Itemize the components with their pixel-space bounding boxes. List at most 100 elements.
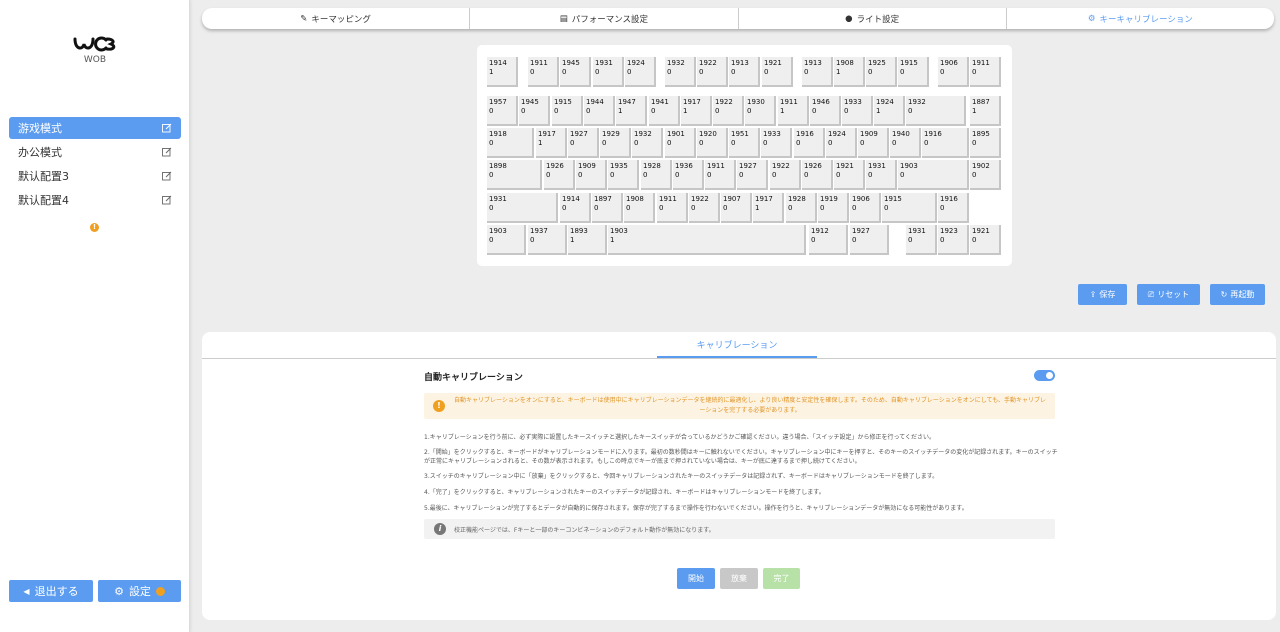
key[interactable]: 1923 0 (938, 225, 969, 255)
key[interactable]: 1922 0 (689, 193, 720, 223)
key[interactable]: 1925 0 (866, 57, 897, 87)
key[interactable]: 1911 0 (528, 57, 559, 87)
key[interactable]: 1897 0 (592, 193, 623, 223)
key[interactable]: 1906 0 (938, 57, 969, 87)
key[interactable]: 1913 0 (802, 57, 833, 87)
key[interactable]: 1912 0 (809, 225, 848, 255)
key[interactable]: 1887 1 (970, 96, 1001, 126)
key[interactable]: 1895 0 (970, 128, 1001, 158)
key[interactable]: 1944 0 (584, 96, 615, 126)
key[interactable]: 1909 0 (858, 128, 889, 158)
key[interactable]: 1927 0 (568, 128, 599, 158)
key[interactable]: 1903 1 (608, 225, 806, 255)
key[interactable]: 1932 0 (632, 128, 663, 158)
finish-button[interactable]: 完了 (763, 568, 800, 589)
auto-calibration-toggle[interactable] (1034, 370, 1055, 381)
mode-item-default-3[interactable]: 默认配置3 (9, 165, 181, 187)
key[interactable]: 1917 1 (753, 193, 784, 223)
key[interactable]: 1901 0 (665, 128, 696, 158)
settings-button[interactable]: ⚙ 設定 (98, 580, 181, 602)
key[interactable]: 1922 0 (770, 160, 801, 190)
key[interactable]: 1927 0 (737, 160, 768, 190)
tab-key-mapping[interactable]: ✎ キーマッピング (202, 8, 471, 29)
edit-icon[interactable] (162, 171, 172, 181)
key[interactable]: 1945 0 (519, 96, 550, 126)
key[interactable]: 1913 0 (729, 57, 760, 87)
key[interactable]: 1909 0 (576, 160, 607, 190)
restart-button[interactable]: ↻ 再起動 (1210, 284, 1265, 305)
key[interactable]: 1903 0 (487, 225, 526, 255)
edit-icon[interactable] (162, 147, 172, 157)
key[interactable]: 1915 0 (898, 57, 929, 87)
key[interactable]: 1926 0 (544, 160, 575, 190)
key[interactable]: 1908 1 (834, 57, 865, 87)
key[interactable]: 1916 0 (938, 193, 969, 223)
tab-key-calibration[interactable]: ⚙ キーキャリブレーション (1007, 8, 1274, 29)
key[interactable]: 1916 0 (794, 128, 825, 158)
tab-performance[interactable]: ▤ パフォーマンス設定 (470, 8, 739, 29)
key[interactable]: 1921 0 (834, 160, 865, 190)
key[interactable]: 1917 1 (536, 128, 567, 158)
tab-lighting[interactable]: ● ライト設定 (739, 8, 1007, 29)
key[interactable]: 1928 0 (641, 160, 672, 190)
key[interactable]: 1922 0 (697, 57, 728, 87)
mode-item-office[interactable]: 办公模式 (9, 141, 181, 163)
key[interactable]: 1932 0 (665, 57, 696, 87)
key[interactable]: 1935 0 (608, 160, 639, 190)
key[interactable]: 1893 1 (568, 225, 607, 255)
key[interactable]: 1907 0 (721, 193, 752, 223)
key[interactable]: 1930 0 (745, 96, 776, 126)
key[interactable]: 1921 0 (970, 225, 1001, 255)
key[interactable]: 1932 0 (906, 96, 966, 126)
key[interactable]: 1928 0 (786, 193, 817, 223)
key[interactable]: 1906 0 (850, 193, 881, 223)
key[interactable]: 1941 0 (649, 96, 680, 126)
key[interactable]: 1936 0 (673, 160, 704, 190)
abandon-button[interactable]: 放棄 (720, 568, 758, 589)
key[interactable]: 1911 0 (657, 193, 688, 223)
key[interactable]: 1917 1 (681, 96, 712, 126)
key[interactable]: 1957 0 (487, 96, 518, 126)
key[interactable]: 1916 0 (922, 128, 969, 158)
key[interactable]: 1902 0 (970, 160, 1001, 190)
reset-button[interactable]: ⎚ リセット (1137, 284, 1200, 305)
key[interactable]: 1924 0 (826, 128, 857, 158)
tab-calibration[interactable]: キャリブレーション (657, 332, 817, 358)
key[interactable]: 1903 0 (898, 160, 969, 190)
key[interactable]: 1915 0 (552, 96, 583, 126)
key[interactable]: 1921 0 (762, 57, 793, 87)
exit-button[interactable]: ◀ 退出する (9, 580, 93, 602)
key[interactable]: 1933 0 (842, 96, 873, 126)
key[interactable]: 1927 0 (850, 225, 889, 255)
key[interactable]: 1945 0 (560, 57, 591, 87)
key[interactable]: 1915 0 (882, 193, 937, 223)
key[interactable]: 1929 0 (600, 128, 631, 158)
key[interactable]: 1947 1 (616, 96, 647, 126)
key[interactable]: 1919 0 (818, 193, 849, 223)
mode-item-game[interactable]: 游戏模式 (9, 117, 181, 139)
key[interactable]: 1951 0 (729, 128, 760, 158)
key[interactable]: 1931 0 (593, 57, 624, 87)
key[interactable]: 1911 0 (705, 160, 736, 190)
key[interactable]: 1931 0 (866, 160, 897, 190)
key[interactable]: 1914 0 (560, 193, 591, 223)
key[interactable]: 1898 0 (487, 160, 542, 190)
key[interactable]: 1922 0 (713, 96, 744, 126)
key[interactable]: 1926 0 (802, 160, 833, 190)
key[interactable]: 1914 1 (487, 57, 518, 87)
mode-item-default-4[interactable]: 默认配置4 (9, 189, 181, 211)
edit-icon[interactable] (162, 123, 172, 133)
edit-icon[interactable] (162, 195, 172, 205)
key[interactable]: 1920 0 (697, 128, 728, 158)
save-button[interactable]: ⇪ 保存 (1078, 284, 1127, 305)
key[interactable]: 1946 0 (810, 96, 841, 126)
key[interactable]: 1931 0 (487, 193, 558, 223)
key[interactable]: 1924 0 (625, 57, 656, 87)
key[interactable]: 1924 1 (874, 96, 905, 126)
key[interactable]: 1908 0 (624, 193, 655, 223)
key[interactable]: 1911 1 (778, 96, 809, 126)
start-button[interactable]: 開始 (677, 568, 715, 589)
key[interactable]: 1937 0 (528, 225, 567, 255)
key[interactable]: 1911 0 (970, 57, 1001, 87)
key[interactable]: 1918 0 (487, 128, 534, 158)
